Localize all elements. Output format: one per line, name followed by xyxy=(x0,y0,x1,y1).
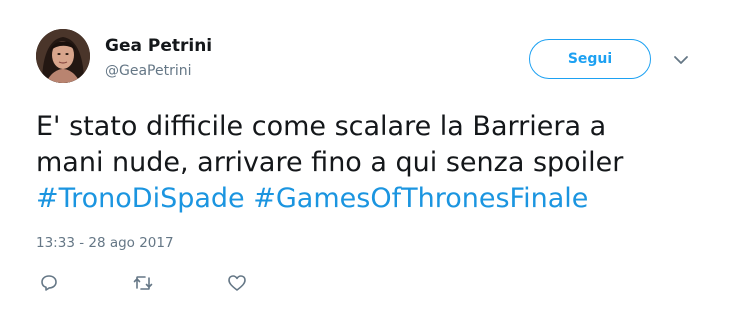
hashtag-link[interactable]: #TronoDiSpade xyxy=(36,183,245,214)
follow-button[interactable]: Segui xyxy=(529,39,651,79)
tweet-text: E' stato difficile come scalare la Barri… xyxy=(36,109,716,217)
hashtag-line: #TronoDiSpade #GamesOfThronesFinale xyxy=(36,181,716,217)
tweet-card: Gea Petrini @GeaPetrini Segui E' stato d… xyxy=(0,0,735,319)
tweet-text-line: mani nude, arrivare fino a qui senza spo… xyxy=(36,147,624,178)
tweet-text-line: E' stato difficile come scalare la Barri… xyxy=(36,111,607,142)
avatar[interactable] xyxy=(36,29,90,83)
user-handle[interactable]: @GeaPetrini xyxy=(105,63,192,79)
hashtag-link[interactable]: #GamesOfThronesFinale xyxy=(253,183,588,214)
display-name[interactable]: Gea Petrini xyxy=(105,36,212,56)
tweet-timestamp[interactable]: 13:33 - 28 ago 2017 xyxy=(36,235,174,251)
chevron-down-icon[interactable] xyxy=(673,51,689,64)
retweet-icon[interactable] xyxy=(130,270,156,296)
avatar-image xyxy=(36,29,90,83)
reply-icon[interactable] xyxy=(36,270,62,296)
like-icon[interactable] xyxy=(224,270,250,296)
